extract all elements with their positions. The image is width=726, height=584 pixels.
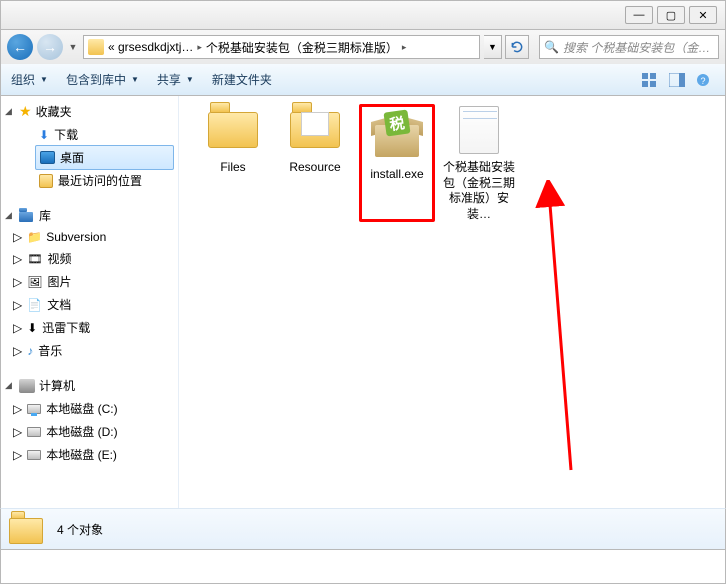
pane-icon bbox=[669, 73, 685, 87]
svg-text:?: ? bbox=[700, 76, 705, 86]
titlebar: — ▢ ✕ bbox=[0, 0, 726, 30]
sidebar-favorites[interactable]: ◢★收藏夹 bbox=[1, 100, 178, 123]
search-input[interactable]: 🔍 搜索 个税基础安装包（金… bbox=[539, 35, 719, 59]
collapse-icon: ◢ bbox=[5, 210, 15, 221]
computer-icon bbox=[19, 379, 35, 393]
document-icon: 📄 bbox=[27, 298, 42, 312]
sidebar-item-music[interactable]: ▷♪音乐 bbox=[1, 339, 178, 362]
sidebar-item-desktop[interactable]: 桌面 bbox=[35, 145, 174, 170]
installer-icon: 税 bbox=[373, 113, 421, 157]
collapse-icon: ◢ bbox=[5, 380, 15, 391]
desktop-icon bbox=[40, 151, 55, 164]
item-label: 个税基础安装包（金税三期标准版）安装… bbox=[441, 160, 517, 222]
file-item-folder[interactable]: Resource bbox=[277, 104, 353, 222]
sidebar-item-drive-d[interactable]: ▷本地磁盘 (D:) bbox=[1, 420, 178, 443]
expand-icon: ▷ bbox=[13, 230, 22, 244]
sidebar-item-drive-c[interactable]: ▷本地磁盘 (C:) bbox=[1, 397, 178, 420]
chevron-down-icon: ▼ bbox=[40, 75, 48, 84]
window-bottom bbox=[0, 550, 726, 584]
star-icon: ★ bbox=[19, 103, 32, 120]
sidebar-item-drive-e[interactable]: ▷本地磁盘 (E:) bbox=[1, 443, 178, 466]
recent-icon bbox=[39, 174, 53, 188]
status-bar: 4 个对象 bbox=[0, 508, 726, 550]
document-icon bbox=[459, 106, 499, 154]
forward-button[interactable]: → bbox=[37, 34, 63, 60]
music-icon: ♪ bbox=[27, 344, 33, 358]
view-options-button[interactable] bbox=[639, 69, 663, 91]
help-button[interactable]: ? bbox=[691, 69, 715, 91]
collapse-icon: ◢ bbox=[5, 106, 15, 117]
drive-icon bbox=[27, 427, 41, 437]
close-button[interactable]: ✕ bbox=[689, 6, 717, 24]
folder-icon bbox=[290, 106, 340, 148]
expand-icon: ▷ bbox=[13, 275, 22, 289]
chevron-down-icon: ▼ bbox=[131, 75, 139, 84]
navigation-bar: ← → ▼ « grsesdkdjxtj… ▸ 个税基础安装包（金税三期标准版）… bbox=[0, 30, 726, 64]
help-icon: ? bbox=[696, 73, 710, 87]
breadcrumb-1[interactable]: « grsesdkdjxtj… bbox=[108, 40, 193, 54]
folder-icon bbox=[208, 106, 258, 148]
download-icon: ⬇ bbox=[39, 128, 49, 142]
explorer-body: ◢★收藏夹 ⬇下载 桌面 最近访问的位置 ◢库 ▷📁Subversion ▷🎞视… bbox=[0, 96, 726, 508]
drive-icon bbox=[27, 404, 41, 414]
folder-icon bbox=[9, 514, 45, 544]
breadcrumb-sep-icon[interactable]: ▸ bbox=[197, 42, 202, 53]
picture-icon: 🖼 bbox=[27, 275, 42, 289]
item-label: Resource bbox=[277, 160, 353, 176]
drive-icon bbox=[27, 450, 41, 460]
new-folder-button[interactable]: 新建文件夹 bbox=[212, 71, 272, 88]
organize-button[interactable]: 组织▼ bbox=[11, 71, 48, 88]
download-icon: ⬇ bbox=[27, 321, 37, 335]
expand-icon: ▷ bbox=[13, 298, 22, 312]
lib-icon: 📁 bbox=[27, 230, 41, 244]
sidebar-item-pictures[interactable]: ▷🖼图片 bbox=[1, 270, 178, 293]
breadcrumb-2[interactable]: 个税基础安装包（金税三期标准版） bbox=[206, 39, 398, 56]
breadcrumb-sep-icon[interactable]: ▸ bbox=[402, 42, 407, 53]
view-icon bbox=[642, 73, 660, 87]
search-icon: 🔍 bbox=[544, 40, 559, 54]
expand-icon: ▷ bbox=[13, 344, 22, 358]
expand-icon: ▷ bbox=[13, 448, 22, 462]
annotation-arrow bbox=[523, 180, 643, 480]
toolbar: 组织▼ 包含到库中▼ 共享▼ 新建文件夹 ? bbox=[0, 64, 726, 96]
file-item-installer[interactable]: 税 install.exe bbox=[359, 104, 435, 222]
library-icon bbox=[19, 208, 35, 224]
preview-pane-button[interactable] bbox=[665, 69, 689, 91]
video-icon: 🎞 bbox=[27, 252, 42, 266]
sidebar-libraries[interactable]: ◢库 bbox=[1, 204, 178, 227]
refresh-icon bbox=[510, 40, 524, 54]
maximize-button[interactable]: ▢ bbox=[657, 6, 685, 24]
expand-icon: ▷ bbox=[13, 425, 22, 439]
minimize-button[interactable]: — bbox=[625, 6, 653, 24]
file-item-document[interactable]: 个税基础安装包（金税三期标准版）安装… bbox=[441, 104, 517, 222]
file-item-folder[interactable]: Files bbox=[195, 104, 271, 222]
sidebar-item-downloads[interactable]: ⬇下载 bbox=[1, 123, 178, 146]
item-label: Files bbox=[195, 160, 271, 176]
expand-icon: ▷ bbox=[13, 321, 22, 335]
sidebar-item-recent[interactable]: 最近访问的位置 bbox=[1, 169, 178, 192]
item-label: install.exe bbox=[364, 167, 430, 183]
expand-icon: ▷ bbox=[13, 252, 22, 266]
sidebar-computer[interactable]: ◢计算机 bbox=[1, 374, 178, 397]
file-list[interactable]: Files Resource 税 install.exe 个税基础安装包（金税三… bbox=[179, 96, 725, 508]
search-placeholder: 搜索 个税基础安装包（金… bbox=[563, 39, 710, 56]
chevron-down-icon: ▼ bbox=[186, 75, 194, 84]
refresh-button[interactable] bbox=[505, 35, 529, 59]
share-button[interactable]: 共享▼ bbox=[157, 71, 194, 88]
folder-icon bbox=[88, 39, 104, 55]
status-text: 4 个对象 bbox=[57, 521, 103, 538]
sidebar: ◢★收藏夹 ⬇下载 桌面 最近访问的位置 ◢库 ▷📁Subversion ▷🎞视… bbox=[1, 96, 179, 508]
sidebar-item-subversion[interactable]: ▷📁Subversion bbox=[1, 227, 178, 247]
back-button[interactable]: ← bbox=[7, 34, 33, 60]
sidebar-item-xunlei[interactable]: ▷⬇迅雷下载 bbox=[1, 316, 178, 339]
address-dropdown[interactable]: ▼ bbox=[484, 35, 502, 59]
expand-icon: ▷ bbox=[13, 402, 22, 416]
address-bar[interactable]: « grsesdkdjxtj… ▸ 个税基础安装包（金税三期标准版） ▸ bbox=[83, 35, 480, 59]
history-dropdown[interactable]: ▼ bbox=[67, 34, 79, 60]
sidebar-item-documents[interactable]: ▷📄文档 bbox=[1, 293, 178, 316]
sidebar-item-videos[interactable]: ▷🎞视频 bbox=[1, 247, 178, 270]
include-library-button[interactable]: 包含到库中▼ bbox=[66, 71, 139, 88]
